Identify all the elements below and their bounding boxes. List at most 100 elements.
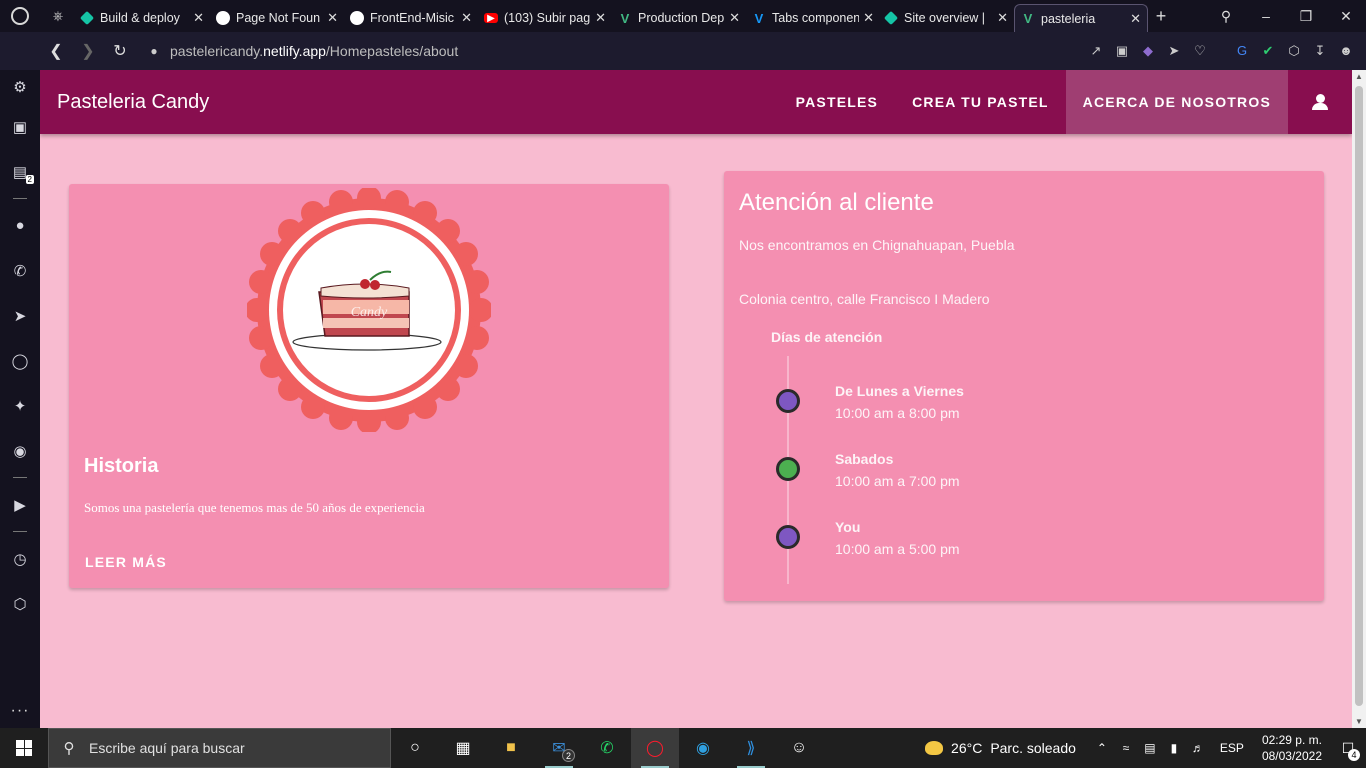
- task-view-icon[interactable]: ▦: [439, 728, 487, 768]
- reload-icon[interactable]: ↻: [104, 41, 136, 61]
- browser-tab-active[interactable]: V pasteleria ✕: [1014, 4, 1148, 32]
- tab-label: pasteleria: [1041, 11, 1096, 26]
- whatsapp-icon[interactable]: ✆: [0, 248, 40, 293]
- battery-icon[interactable]: ▮: [1162, 741, 1186, 755]
- opera-menu-icon[interactable]: [0, 0, 40, 32]
- close-icon[interactable]: ✕: [327, 10, 338, 26]
- chevron-up-icon[interactable]: ⌃: [1090, 741, 1114, 755]
- close-icon[interactable]: ✕: [997, 10, 1008, 26]
- account-icon[interactable]: [1288, 70, 1352, 134]
- share-icon[interactable]: ↗: [1088, 43, 1104, 59]
- notifications-icon[interactable]: ☐ 4: [1330, 740, 1366, 761]
- extensions-icon[interactable]: ⬡: [1286, 43, 1302, 59]
- brand-title[interactable]: Pasteleria Candy: [57, 91, 209, 114]
- taskbar-search[interactable]: ⚲ Escribe aquí para buscar: [48, 728, 391, 768]
- browser-tab[interactable]: V Production Dep ✕: [612, 4, 746, 32]
- forward-icon[interactable]: ❯: [72, 41, 104, 61]
- download-icon[interactable]: ↧: [1312, 43, 1328, 59]
- nav-pasteles[interactable]: PASTELES: [779, 70, 895, 134]
- tab-label: Production Dep: [638, 11, 725, 25]
- edge-icon[interactable]: ◉: [679, 728, 727, 768]
- close-icon[interactable]: ✕: [193, 10, 204, 26]
- clock[interactable]: 02:29 p. m. 08/03/2022: [1262, 732, 1322, 764]
- heart-icon[interactable]: ♡: [1192, 43, 1208, 59]
- restore-icon[interactable]: ❐: [1286, 8, 1326, 25]
- scroll-down-icon[interactable]: ▼: [1352, 717, 1366, 726]
- whatsapp-taskbar-icon[interactable]: ✆: [583, 728, 631, 768]
- discord-icon[interactable]: ◉: [0, 428, 40, 473]
- adblock-shield-icon[interactable]: ✔: [1260, 43, 1276, 59]
- search-placeholder: Escribe aquí para buscar: [89, 740, 245, 756]
- smiley-app-icon[interactable]: ☺: [775, 728, 823, 768]
- language-indicator[interactable]: ESP: [1220, 741, 1244, 755]
- user-profile-icon[interactable]: ☻: [1338, 43, 1354, 59]
- lock-icon[interactable]: ●: [144, 44, 164, 58]
- telegram-icon[interactable]: ➤: [0, 293, 40, 338]
- gamepad-icon[interactable]: ⎈: [40, 8, 76, 24]
- page-scrollbar[interactable]: ▲ ▼: [1352, 70, 1366, 728]
- url-path: /Homepasteles/about: [325, 43, 459, 59]
- meet-now-icon[interactable]: ▤: [1138, 741, 1162, 755]
- tab-label: Page Not Foun: [236, 11, 321, 25]
- leer-mas-button[interactable]: LEER MÁS: [77, 548, 175, 576]
- file-explorer-icon[interactable]: ■: [487, 728, 535, 768]
- more-icon[interactable]: ···: [11, 702, 30, 720]
- browser-tab[interactable]: ▶ (103) Subir pag ✕: [478, 4, 612, 32]
- url-field[interactable]: pastelericandy.netlify.app/Homepasteles/…: [170, 43, 458, 59]
- opera-taskbar-icon[interactable]: ◯: [631, 728, 679, 768]
- vscode-icon[interactable]: ⟫: [727, 728, 775, 768]
- back-icon[interactable]: ❮: [40, 41, 72, 61]
- historia-title: Historia: [84, 455, 159, 477]
- scroll-thumb[interactable]: [1355, 86, 1363, 706]
- notifications-badge: 4: [1348, 748, 1360, 761]
- search-tabs-icon[interactable]: ⚲: [1206, 8, 1246, 25]
- browser-tab[interactable]: Page Not Foun ✕: [210, 4, 344, 32]
- weather-text: Parc. soleado: [990, 740, 1076, 756]
- twitch-icon[interactable]: ▤ 2: [0, 149, 40, 194]
- camera-icon[interactable]: ▣: [1114, 43, 1130, 59]
- close-icon[interactable]: ✕: [461, 10, 472, 26]
- browser-tab[interactable]: FrontEnd-Misic ✕: [344, 4, 478, 32]
- mail-icon[interactable]: ✉ 2: [535, 728, 583, 768]
- start-button[interactable]: [0, 728, 48, 768]
- address-bar: ❮ ❯ ↻ ● pastelericandy.netlify.app/Homep…: [40, 32, 1366, 70]
- close-icon[interactable]: ✕: [863, 10, 874, 26]
- send-icon[interactable]: ➤: [1166, 43, 1182, 59]
- browser-tab[interactable]: V Tabs componen ✕: [746, 4, 880, 32]
- cortana-icon[interactable]: ○: [391, 728, 439, 768]
- instagram-icon[interactable]: ◯: [0, 338, 40, 383]
- history-icon[interactable]: ◷: [0, 536, 40, 581]
- new-tab-button[interactable]: +: [1148, 6, 1174, 27]
- browser-tab[interactable]: Build & deploy ✕: [76, 4, 210, 32]
- close-window-icon[interactable]: ✕: [1326, 8, 1366, 25]
- nav-crea-tu-pastel[interactable]: CREA TU PASTEL: [895, 70, 1066, 134]
- translate-icon[interactable]: G: [1234, 43, 1250, 59]
- browser-tabstrip: ⎈ Build & deploy ✕ Page Not Foun ✕ Front…: [0, 0, 1366, 32]
- close-icon[interactable]: ✕: [729, 10, 740, 26]
- messenger-icon[interactable]: ●: [0, 203, 40, 248]
- weather-widget[interactable]: 26°C Parc. soleado: [925, 740, 1076, 756]
- settings-partial-icon[interactable]: ⚙: [0, 70, 40, 104]
- browser-sidebar: ⚙ ▣ ▤ 2 ● ✆ ➤ ◯ ✦ ◉ ▶ ◷ ⬡ ···: [0, 70, 40, 728]
- close-icon[interactable]: ✕: [1130, 11, 1141, 27]
- logo-wordmark: Candy: [351, 305, 388, 320]
- twitter-icon[interactable]: ✦: [0, 383, 40, 428]
- tab-label: Site overview |: [904, 11, 986, 25]
- vue-icon: V: [620, 10, 630, 26]
- windows-logo-icon: [16, 740, 32, 756]
- extensions-cube-icon[interactable]: ⬡: [0, 581, 40, 626]
- scroll-up-icon[interactable]: ▲: [1352, 72, 1366, 81]
- globe-icon: [216, 11, 230, 25]
- browser-tab[interactable]: Site overview | ✕: [880, 4, 1014, 32]
- workspace-icon[interactable]: ▣: [0, 104, 40, 149]
- close-icon[interactable]: ✕: [595, 10, 606, 26]
- historia-text: Somos una pastelería que tenemos mas de …: [84, 500, 425, 515]
- clock-time: 02:29 p. m.: [1261, 733, 1322, 747]
- minimize-icon[interactable]: –: [1246, 8, 1286, 25]
- historia-card: Candy Historia Somos una pastelería que …: [69, 184, 669, 588]
- vpn-shield-icon[interactable]: ◆: [1140, 43, 1156, 59]
- wifi-icon[interactable]: ≈: [1114, 741, 1138, 755]
- nav-acerca-de-nosotros[interactable]: ACERCA DE NOSOTROS: [1065, 70, 1288, 134]
- player-icon[interactable]: ▶: [0, 482, 40, 527]
- volume-icon[interactable]: ♬: [1186, 741, 1210, 755]
